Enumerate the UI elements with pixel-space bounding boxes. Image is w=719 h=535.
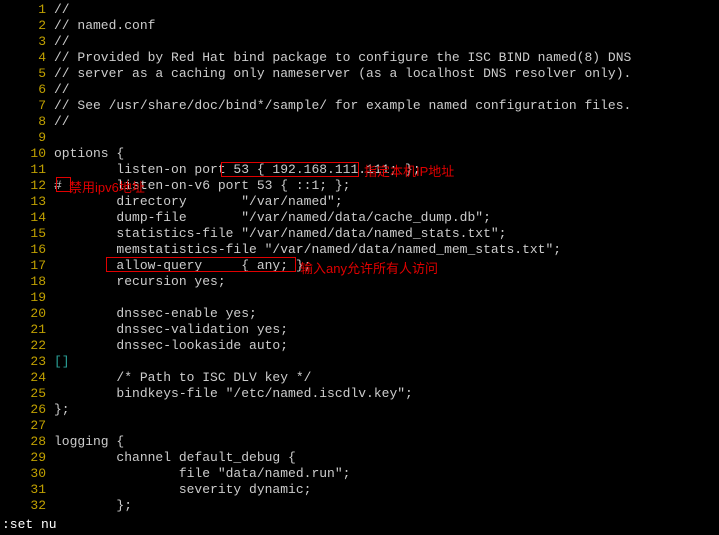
line-number: 4 [0, 50, 54, 66]
code-text: options { [54, 146, 124, 162]
code-text: }; [54, 402, 70, 418]
code-line: 2// named.conf [0, 18, 719, 34]
line-number: 21 [0, 322, 54, 338]
code-text: // [54, 114, 70, 130]
code-line: 22 dnssec-lookaside auto; [0, 338, 719, 354]
code-line: 27 [0, 418, 719, 434]
code-line: 30 file "data/named.run"; [0, 466, 719, 482]
code-line: 9 [0, 130, 719, 146]
line-number: 15 [0, 226, 54, 242]
highlight-box-allow-query [106, 257, 296, 272]
code-line: 29 channel default_debug { [0, 450, 719, 466]
code-line: 11 listen-on port 53 { 192.168.111.111; … [0, 162, 719, 178]
code-line: 16 memstatistics-file "/var/named/data/n… [0, 242, 719, 258]
line-number: 17 [0, 258, 54, 274]
code-text: severity dynamic; [54, 482, 311, 498]
line-number: 30 [0, 466, 54, 482]
line-number: 27 [0, 418, 54, 434]
annotation-ip: 指定本机IP地址 [364, 164, 454, 180]
code-text: recursion yes; [54, 274, 226, 290]
code-line: 13 directory "/var/named"; [0, 194, 719, 210]
code-line: 20 dnssec-enable yes; [0, 306, 719, 322]
code-text: /* Path to ISC DLV key */ [54, 370, 311, 386]
code-text: dnssec-validation yes; [54, 322, 288, 338]
code-line: 6// [0, 82, 719, 98]
line-number: 7 [0, 98, 54, 114]
code-text: directory "/var/named"; [54, 194, 343, 210]
line-number: 9 [0, 130, 54, 146]
line-number: 19 [0, 290, 54, 306]
code-text: dnssec-lookaside auto; [54, 338, 288, 354]
code-line: 7// See /usr/share/doc/bind*/sample/ for… [0, 98, 719, 114]
code-line: 10options { [0, 146, 719, 162]
line-number: 6 [0, 82, 54, 98]
code-text: [] [54, 354, 70, 370]
line-number: 2 [0, 18, 54, 34]
line-number: 12 [0, 178, 54, 194]
line-number: 29 [0, 450, 54, 466]
code-line: 5// server as a caching only nameserver … [0, 66, 719, 82]
code-text: bindkeys-file "/etc/named.iscdlv.key"; [54, 386, 413, 402]
line-number: 23 [0, 354, 54, 370]
code-line: 21 dnssec-validation yes; [0, 322, 719, 338]
code-text: statistics-file "/var/named/data/named_s… [54, 226, 506, 242]
code-text: dump-file "/var/named/data/cache_dump.db… [54, 210, 491, 226]
code-text: dnssec-enable yes; [54, 306, 257, 322]
line-number: 1 [0, 2, 54, 18]
vim-command-line[interactable]: :set nu [2, 517, 57, 533]
line-number: 32 [0, 498, 54, 514]
code-text: // Provided by Red Hat bind package to c… [54, 50, 631, 66]
code-line: 32 }; [0, 498, 719, 514]
code-line: 28logging { [0, 434, 719, 450]
code-line: 14 dump-file "/var/named/data/cache_dump… [0, 210, 719, 226]
line-number: 16 [0, 242, 54, 258]
line-number: 31 [0, 482, 54, 498]
line-number: 25 [0, 386, 54, 402]
code-line: 3// [0, 34, 719, 50]
line-number: 28 [0, 434, 54, 450]
code-line: 8// [0, 114, 719, 130]
line-number: 5 [0, 66, 54, 82]
code-text: logging { [54, 434, 124, 450]
line-number: 14 [0, 210, 54, 226]
line-number: 8 [0, 114, 54, 130]
line-number: 11 [0, 162, 54, 178]
line-number: 18 [0, 274, 54, 290]
annotation-ipv6: 禁用ipv6地址 [69, 180, 145, 196]
code-text: // named.conf [54, 18, 155, 34]
code-text: // [54, 2, 70, 18]
code-text: // server as a caching only nameserver (… [54, 66, 631, 82]
line-number: 22 [0, 338, 54, 354]
code-text: file "data/named.run"; [54, 466, 350, 482]
annotation-any: 输入any允许所有人访问 [300, 261, 438, 277]
highlight-box-ip [221, 162, 359, 177]
code-line: 26}; [0, 402, 719, 418]
line-number: 3 [0, 34, 54, 50]
line-number: 24 [0, 370, 54, 386]
line-number: 20 [0, 306, 54, 322]
line-number: 26 [0, 402, 54, 418]
code-line: 19 [0, 290, 719, 306]
line-number: 13 [0, 194, 54, 210]
code-line: 15 statistics-file "/var/named/data/name… [0, 226, 719, 242]
code-line: 1// [0, 2, 719, 18]
code-text: // See /usr/share/doc/bind*/sample/ for … [54, 98, 631, 114]
code-line: 31 severity dynamic; [0, 482, 719, 498]
code-text: // [54, 34, 70, 50]
code-text: memstatistics-file "/var/named/data/name… [54, 242, 561, 258]
code-line: 4// Provided by Red Hat bind package to … [0, 50, 719, 66]
code-text: channel default_debug { [54, 450, 296, 466]
code-text: }; [54, 498, 132, 514]
code-line: 24 /* Path to ISC DLV key */ [0, 370, 719, 386]
code-text: // [54, 82, 70, 98]
code-line: 23[] [0, 354, 719, 370]
line-number: 10 [0, 146, 54, 162]
code-line: 25 bindkeys-file "/etc/named.iscdlv.key"… [0, 386, 719, 402]
